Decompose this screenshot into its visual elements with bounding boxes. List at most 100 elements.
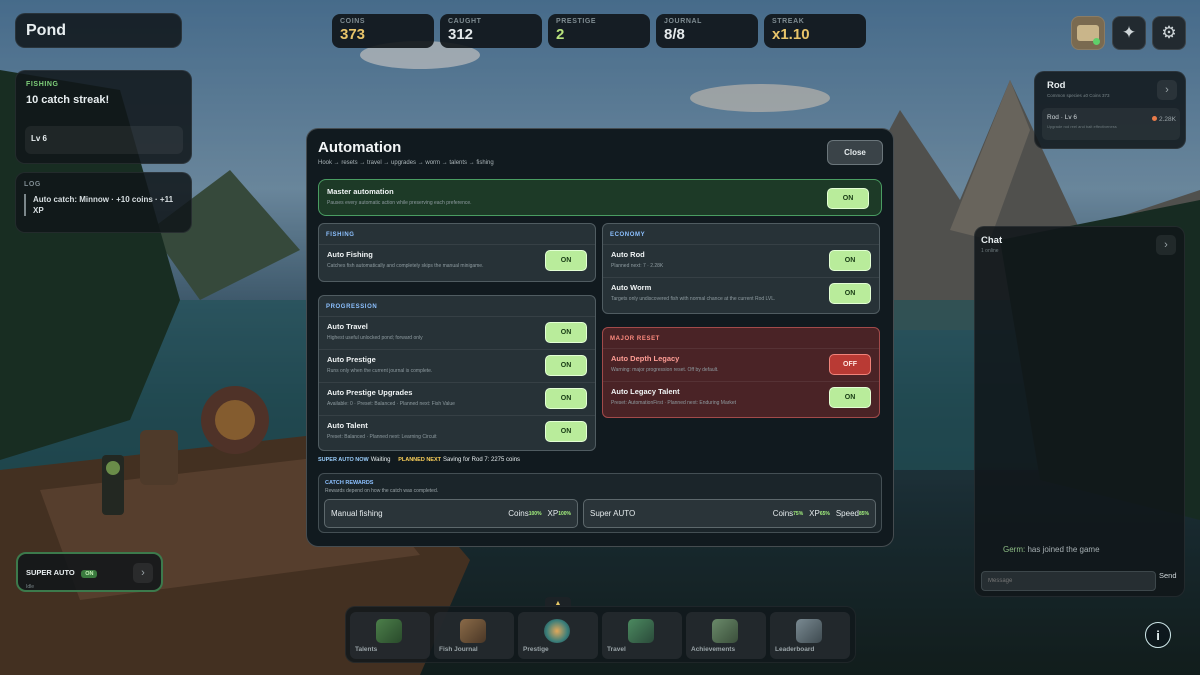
auto-worm-row: Auto Worm Targets only undiscovered fish…: [603, 277, 879, 309]
nav-achievements[interactable]: Achievements: [686, 612, 766, 659]
auto-fishing-toggle[interactable]: ON: [545, 250, 587, 271]
auto-prestige-toggle[interactable]: ON: [545, 355, 587, 376]
chat-title: Chat: [981, 235, 1003, 246]
stat-coins-value: 373: [340, 26, 366, 43]
gear-icon: ⚙: [1161, 23, 1177, 42]
master-automation-title: Master automation: [327, 187, 394, 196]
stat-streak-value: x1.10: [772, 26, 810, 43]
chevron-right-icon: ›: [1164, 239, 1168, 251]
stat-coins: COINS 373: [332, 14, 434, 48]
major-reset-card: MAJOR RESET Auto Depth Legacy Warning: m…: [602, 327, 880, 418]
chat-panel: Chat 1 online › Germ: has joined the gam…: [974, 226, 1185, 597]
settings-button[interactable]: ⚙: [1152, 16, 1186, 50]
nav-leaderboard-label: Leaderboard: [775, 646, 815, 653]
economy-card: ECONOMY Auto Rod Planned next: 7 · 2.28K…: [602, 223, 880, 314]
level-value: Lv 6: [31, 134, 48, 143]
super-auto-now-text: Waiting: [370, 457, 391, 463]
rod-cost: 2.28K: [1152, 116, 1176, 123]
auto-rod-toggle[interactable]: ON: [829, 250, 871, 271]
catch-rewards-desc: Rewards depend on how the catch was comp…: [325, 488, 439, 494]
nav-leaderboard[interactable]: Leaderboard: [770, 612, 850, 659]
auto-worm-toggle[interactable]: ON: [829, 283, 871, 304]
master-automation-desc: Pauses every automatic action while pres…: [327, 200, 472, 206]
super-auto-expand-button[interactable]: ›: [133, 563, 153, 583]
stat-coins-label: COINS: [340, 18, 366, 25]
super-coins-value: 75%: [793, 510, 804, 517]
rod-item-sub: Upgrade rod reel and bait effectiveness: [1047, 124, 1117, 129]
nav-fish-journal[interactable]: Fish Journal: [434, 612, 514, 659]
bottom-nav: Talents Fish Journal Prestige Travel Ach…: [345, 606, 856, 663]
super-auto-widget[interactable]: SUPER AUTO ON Idle ›: [16, 552, 163, 592]
nav-fish-journal-label: Fish Journal: [439, 646, 478, 653]
chat-sub: 1 online: [981, 248, 999, 254]
master-automation-card: Master automation Pauses every automatic…: [318, 179, 882, 216]
sparkle-icon: ✦: [1121, 23, 1137, 42]
chat-input[interactable]: [981, 571, 1156, 591]
chat-send-button[interactable]: Send: [1159, 571, 1177, 580]
stat-journal: JOURNAL 8/8: [656, 14, 758, 48]
master-automation-toggle[interactable]: ON: [827, 188, 869, 209]
modal-title: Automation: [318, 139, 402, 156]
super-auto-sub: Idle: [26, 584, 35, 590]
super-speed-value: 85%: [858, 510, 869, 517]
fishing-card: FISHING Auto Fishing Catches fish automa…: [318, 223, 596, 282]
stat-prestige: PRESTIGE 2: [548, 14, 650, 48]
location-title: Pond: [26, 22, 66, 39]
nav-talents[interactable]: Talents: [350, 612, 430, 659]
rod-item[interactable]: Rod · Lv 6 Upgrade rod reel and bait eff…: [1042, 108, 1180, 140]
auto-travel-toggle[interactable]: ON: [545, 322, 587, 343]
auto-legacy-talent-row: Auto Legacy Talent Preset: AutomationFir…: [603, 381, 879, 413]
rod-expand-button[interactable]: ›: [1157, 80, 1177, 100]
info-button[interactable]: i: [1145, 622, 1171, 648]
rod-cost-value: 2.28K: [1159, 116, 1176, 123]
auto-depth-legacy-toggle[interactable]: OFF: [829, 354, 871, 375]
progression-card: PROGRESSION Auto Travel Highest useful u…: [318, 295, 596, 451]
nav-prestige-label: Prestige: [523, 646, 549, 653]
info-icon: i: [1156, 627, 1160, 643]
catch-rewards-card: CATCH REWARDS Rewards depend on how the …: [318, 473, 882, 533]
stat-journal-value: 8/8: [664, 26, 685, 43]
manual-fishing-label: Manual fishing: [331, 509, 383, 518]
stat-caught-value: 312: [448, 26, 474, 43]
coin-icon: [1152, 116, 1158, 121]
planned-next-text: Saving for Rod 7: 2275 coins: [442, 457, 521, 463]
auto-legacy-talent-toggle[interactable]: ON: [829, 387, 871, 408]
auto-rod-row: Auto Rod Planned next: 7 · 2.28K ON: [603, 244, 879, 276]
stat-caught: CAUGHT 312: [440, 14, 542, 48]
major-reset-card-header: MAJOR RESET: [610, 336, 660, 342]
auto-talent-toggle[interactable]: ON: [545, 421, 587, 442]
level-box: Lv 6: [25, 126, 183, 154]
fishing-card-header: FISHING: [326, 232, 355, 238]
super-speed-label: Speed: [835, 509, 859, 518]
auto-talent-row: Auto Talent Preset: Balanced · Planned n…: [319, 415, 595, 447]
stat-streak: STREAK x1.10: [764, 14, 866, 48]
nav-travel[interactable]: Travel: [602, 612, 682, 659]
journal-icon: [460, 619, 486, 643]
log-label: LOG: [24, 181, 41, 188]
talents-icon: [376, 619, 402, 643]
log-entry: Auto catch: Minnow · +10 coins · +11 XP: [24, 194, 183, 216]
super-auto-state: ON: [81, 570, 98, 578]
super-auto-now-badge: SUPER AUTO NOW: [318, 457, 369, 463]
chat-message-text: has joined the game: [1027, 545, 1100, 554]
log-panel: LOG Auto catch: Minnow · +10 coins · +11…: [15, 172, 192, 233]
leaderboard-icon: [796, 619, 822, 643]
super-xp-label: XP: [809, 509, 820, 518]
rod-panel: Rod Common species ±0 Coins 373 › Rod · …: [1034, 71, 1186, 149]
modal-subtitle: Hook → resets → travel → upgrades → worm…: [318, 160, 494, 166]
avatar-button[interactable]: [1071, 16, 1105, 50]
chat-message: Germ: has joined the game: [1003, 545, 1100, 554]
chat-expand-button[interactable]: ›: [1156, 235, 1176, 255]
stat-prestige-label: PRESTIGE: [556, 18, 597, 25]
stat-caught-label: CAUGHT: [448, 18, 482, 25]
chevron-right-icon: ›: [1165, 84, 1169, 96]
auto-prestige-upgrades-row: Auto Prestige Upgrades Available: 0 · Pr…: [319, 382, 595, 414]
sparkle-button[interactable]: ✦: [1112, 16, 1146, 50]
nav-prestige[interactable]: Prestige: [518, 612, 598, 659]
super-auto-reward-label: Super AUTO: [590, 509, 636, 518]
auto-prestige-upgrades-toggle[interactable]: ON: [545, 388, 587, 409]
close-button[interactable]: Close: [827, 140, 883, 165]
fishing-panel: FISHING 10 catch streak! Lv 6: [15, 70, 192, 164]
trophy-icon: [712, 619, 738, 643]
rod-title: Rod: [1047, 80, 1066, 91]
